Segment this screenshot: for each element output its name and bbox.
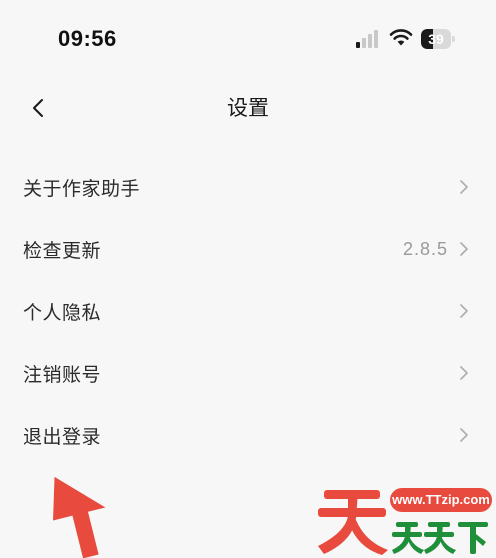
chevron-right-icon — [460, 304, 468, 318]
settings-item-logout[interactable]: 退出登录 — [0, 404, 496, 466]
battery-tip — [452, 36, 455, 42]
settings-item-check-update[interactable]: 检查更新 2.8.5 — [0, 218, 496, 280]
signal-bar — [368, 34, 372, 48]
settings-item-label: 个人隐私 — [23, 301, 102, 324]
chevron-right-icon — [460, 242, 468, 256]
settings-item-about[interactable]: 关于作家助手 — [0, 156, 496, 218]
battery-level: 39 — [428, 31, 444, 47]
settings-item-label: 检查更新 — [23, 239, 102, 262]
watermark-url: www.TTzip.com — [390, 488, 492, 512]
signal-bar — [356, 42, 360, 48]
signal-bar — [362, 38, 366, 48]
settings-item-label: 关于作家助手 — [23, 177, 141, 200]
version-value: 2.8.5 — [402, 238, 448, 259]
chevron-right-icon — [460, 428, 468, 442]
chevron-right-icon — [460, 180, 468, 194]
settings-item-privacy[interactable]: 个人隐私 — [0, 280, 496, 342]
chevron-left-icon — [33, 99, 43, 117]
settings-item-label: 注销账号 — [23, 363, 102, 386]
chevron-right-icon — [460, 366, 468, 380]
battery-body: 39 — [421, 29, 451, 49]
page-title: 设置 — [227, 96, 269, 120]
signal-bar — [374, 30, 378, 48]
arrow-up-icon — [53, 476, 106, 558]
settings-item-label: 退出登录 — [23, 425, 102, 448]
status-time: 09:56 — [58, 26, 117, 51]
nav-bar: 设置 — [0, 82, 496, 134]
battery-icon: 39 — [421, 29, 455, 49]
status-bar: 09:56 39 — [0, 0, 496, 80]
settings-item-delete-account[interactable]: 注销账号 — [0, 342, 496, 404]
back-button[interactable] — [20, 88, 56, 128]
signal-icon — [356, 30, 382, 48]
settings-list: 关于作家助手 检查更新 2.8.5 个人隐私 注销账号 退出登录 — [0, 156, 496, 466]
wifi-icon — [389, 29, 413, 46]
